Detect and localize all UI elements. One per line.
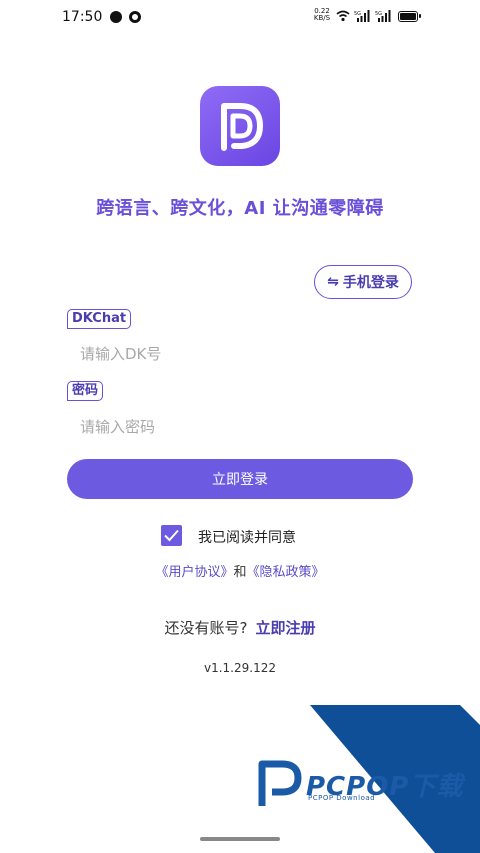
dk-logo-icon (221, 103, 263, 151)
wifi-icon (336, 10, 350, 22)
privacy-policy-link[interactable]: 《隐私政策》 (247, 565, 325, 580)
watermark-subtitle: PCPOP Download (308, 794, 376, 802)
app-logo (200, 86, 280, 166)
home-indicator[interactable] (200, 837, 280, 841)
account-label: DKChat (67, 309, 132, 329)
status-time: 17:50 (62, 9, 103, 25)
slogan: 跨语言、跨文化，AI 让沟通零障碍 (96, 198, 384, 219)
policy-and: 和 (233, 565, 247, 580)
phone-login-label: 手机登录 (342, 275, 399, 291)
password-label: 密码 (67, 381, 104, 401)
svg-text:5G: 5G (375, 11, 382, 17)
register-link[interactable]: 立即注册 (255, 619, 315, 637)
check-icon (164, 529, 179, 542)
network-speed: 0.22 KB/S (313, 7, 331, 22)
policy-line: 《用户协议》和《隐私政策》 (0, 561, 480, 580)
phone-login-button[interactable]: ⇋ 手机登录 (314, 265, 412, 299)
agree-text: 我已阅读并同意 (198, 530, 296, 546)
swap-icon: ⇋ (327, 274, 339, 290)
signal-icon-1: 5G (354, 10, 370, 22)
register-prompt: 还没有账号? (164, 619, 248, 637)
password-input[interactable] (67, 409, 413, 445)
notification-app-icon (129, 11, 141, 23)
notification-dot-icon (110, 11, 122, 23)
account-input[interactable] (67, 336, 413, 372)
status-bar: 17:50 0.22 KB/S 5G 5G (0, 0, 480, 34)
watermark-logo-icon (258, 760, 302, 806)
login-button[interactable]: 立即登录 (67, 459, 413, 499)
register-line: 还没有账号? 立即注册 (0, 617, 480, 638)
user-agreement-link[interactable]: 《用户协议》 (155, 565, 233, 580)
signal-icon-2: 5G (375, 10, 391, 22)
agree-checkbox[interactable] (161, 525, 182, 546)
svg-text:5G: 5G (354, 11, 361, 17)
battery-icon (398, 11, 421, 22)
version-text: v1.1.29.122 (204, 661, 276, 675)
